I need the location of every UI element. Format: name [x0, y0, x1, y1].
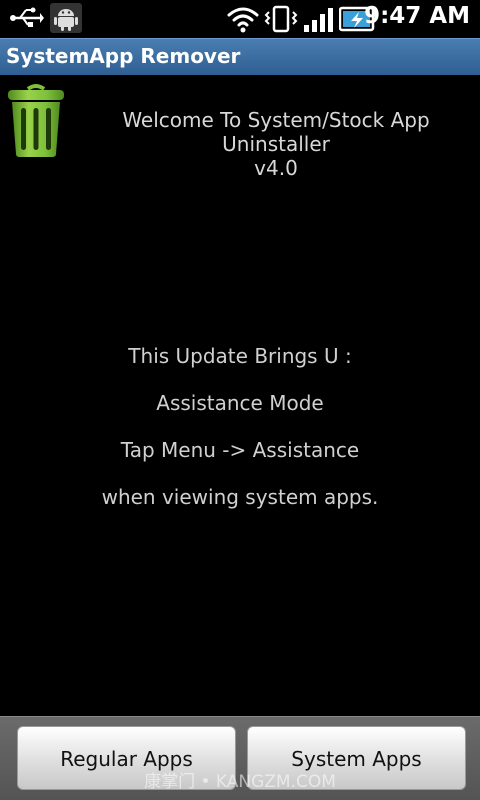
- usb-icon: [10, 7, 44, 27]
- status-time: 9:47 AM: [364, 3, 470, 29]
- version-text: v4.0: [254, 156, 298, 180]
- welcome-heading: Welcome To System/Stock App Uninstaller: [122, 108, 430, 156]
- wifi-icon: [227, 7, 259, 33]
- android-icon: [50, 3, 82, 33]
- signal-icon: [304, 8, 333, 32]
- update-message-line: Tap Menu -> Assistance: [120, 438, 360, 462]
- app-title: SystemApp Remover: [6, 44, 241, 68]
- update-message-line: This Update Brings U :: [128, 344, 352, 368]
- update-message-line: Assistance Mode: [156, 391, 324, 415]
- welcome-text: Welcome To System/Stock App Uninstaller …: [75, 108, 477, 180]
- trash-can-icon: [8, 84, 64, 157]
- regular-apps-button[interactable]: Regular Apps: [17, 726, 236, 790]
- system-apps-label: System Apps: [291, 747, 422, 771]
- app-screen: 9:47 AM SystemApp Remover Welcome To Sys…: [0, 0, 480, 800]
- status-bar: 9:47 AM: [0, 0, 480, 38]
- system-apps-button[interactable]: System Apps: [247, 726, 466, 790]
- title-bar: SystemApp Remover: [0, 38, 480, 75]
- regular-apps-label: Regular Apps: [60, 747, 193, 771]
- vibrate-icon: [264, 5, 298, 33]
- update-message-line: when viewing system apps.: [101, 485, 379, 509]
